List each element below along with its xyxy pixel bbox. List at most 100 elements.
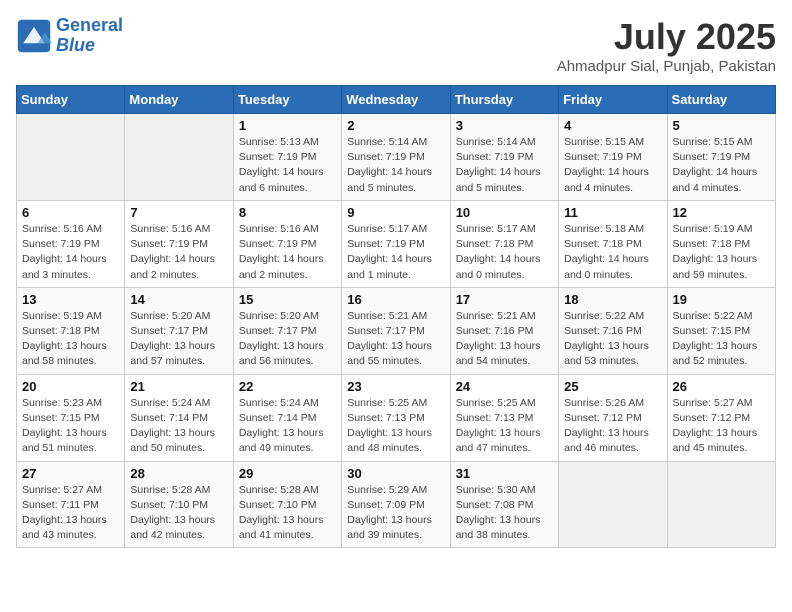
day-number: 4 [564, 118, 661, 133]
day-info: Sunrise: 5:18 AM Sunset: 7:18 PM Dayligh… [564, 222, 661, 283]
day-number: 24 [456, 379, 553, 394]
day-cell: 6 Sunrise: 5:16 AM Sunset: 7:19 PM Daylig… [17, 200, 125, 287]
day-info: Sunrise: 5:24 AM Sunset: 7:14 PM Dayligh… [239, 396, 336, 457]
day-info: Sunrise: 5:24 AM Sunset: 7:14 PM Dayligh… [130, 396, 227, 457]
subtitle: Ahmadpur Sial, Punjab, Pakistan [557, 58, 776, 75]
day-info: Sunrise: 5:15 AM Sunset: 7:19 PM Dayligh… [564, 135, 661, 196]
main-title: July 2025 [557, 16, 776, 58]
day-number: 22 [239, 379, 336, 394]
day-number: 5 [673, 118, 770, 133]
day-cell: 24 Sunrise: 5:25 AM Sunset: 7:13 PM Dayli… [450, 374, 558, 461]
day-info: Sunrise: 5:19 AM Sunset: 7:18 PM Dayligh… [673, 222, 770, 283]
day-cell: 23Sunrise: 5:25 AM Sunset: 7:13 PM Dayli… [342, 374, 450, 461]
day-info: Sunrise: 5:19 AM Sunset: 7:18 PM Dayligh… [22, 309, 119, 370]
day-cell: 27 Sunrise: 5:27 AM Sunset: 7:11 PM Dayli… [17, 461, 125, 548]
day-info: Sunrise: 5:28 AM Sunset: 7:10 PM Dayligh… [239, 483, 336, 544]
day-info: Sunrise: 5:20 AM Sunset: 7:17 PM Dayligh… [130, 309, 227, 370]
day-number: 16 [347, 292, 444, 307]
day-cell: 29Sunrise: 5:28 AM Sunset: 7:10 PM Dayli… [233, 461, 341, 548]
day-cell: 3Sunrise: 5:14 AM Sunset: 7:19 PM Daylig… [450, 114, 558, 201]
day-number: 2 [347, 118, 444, 133]
day-cell: 9 Sunrise: 5:17 AM Sunset: 7:19 PM Daylig… [342, 200, 450, 287]
header-cell-saturday: Saturday [667, 86, 775, 114]
logo-line2: Blue [56, 35, 95, 55]
day-info: Sunrise: 5:16 AM Sunset: 7:19 PM Dayligh… [130, 222, 227, 283]
day-info: Sunrise: 5:17 AM Sunset: 7:18 PM Dayligh… [456, 222, 553, 283]
logo-line1: General [56, 15, 123, 35]
day-number: 27 [22, 466, 119, 481]
day-cell: 7 Sunrise: 5:16 AM Sunset: 7:19 PM Daylig… [125, 200, 233, 287]
day-cell: 14 Sunrise: 5:20 AM Sunset: 7:17 PM Dayli… [125, 287, 233, 374]
day-cell: 11 Sunrise: 5:18 AM Sunset: 7:18 PM Dayli… [559, 200, 667, 287]
day-cell [17, 114, 125, 201]
week-row-3: 13 Sunrise: 5:19 AM Sunset: 7:18 PM Dayli… [17, 287, 776, 374]
day-number: 10 [456, 205, 553, 220]
day-cell: 16 Sunrise: 5:21 AM Sunset: 7:17 PM Dayli… [342, 287, 450, 374]
day-number: 21 [130, 379, 227, 394]
day-cell: 22 Sunrise: 5:24 AM Sunset: 7:14 PM Dayli… [233, 374, 341, 461]
day-info: Sunrise: 5:27 AM Sunset: 7:12 PM Dayligh… [673, 396, 770, 457]
header-cell-friday: Friday [559, 86, 667, 114]
day-number: 9 [347, 205, 444, 220]
day-info: Sunrise: 5:22 AM Sunset: 7:15 PM Dayligh… [673, 309, 770, 370]
day-number: 7 [130, 205, 227, 220]
calendar-body: 1 Sunrise: 5:13 AM Sunset: 7:19 PM Daylig… [17, 114, 776, 548]
day-number: 3 [456, 118, 553, 133]
day-number: 28 [130, 466, 227, 481]
day-info: Sunrise: 5:25 AM Sunset: 7:13 PM Dayligh… [456, 396, 553, 457]
day-number: 26 [673, 379, 770, 394]
day-info: Sunrise: 5:16 AM Sunset: 7:19 PM Dayligh… [22, 222, 119, 283]
calendar-table: SundayMondayTuesdayWednesdayThursdayFrid… [16, 85, 776, 548]
day-cell: 10 Sunrise: 5:17 AM Sunset: 7:18 PM Dayli… [450, 200, 558, 287]
day-cell: 20Sunrise: 5:23 AM Sunset: 7:15 PM Dayli… [17, 374, 125, 461]
day-info: Sunrise: 5:13 AM Sunset: 7:19 PM Dayligh… [239, 135, 336, 196]
page-header: General Blue July 2025 Ahmadpur Sial, Pu… [16, 16, 776, 75]
day-cell [125, 114, 233, 201]
day-cell: 5Sunrise: 5:15 AM Sunset: 7:19 PM Daylig… [667, 114, 775, 201]
day-number: 23 [347, 379, 444, 394]
day-cell: 13 Sunrise: 5:19 AM Sunset: 7:18 PM Dayli… [17, 287, 125, 374]
day-number: 14 [130, 292, 227, 307]
logo-icon [16, 18, 52, 54]
day-cell: 2Sunrise: 5:14 AM Sunset: 7:19 PM Daylig… [342, 114, 450, 201]
week-row-5: 27 Sunrise: 5:27 AM Sunset: 7:11 PM Dayli… [17, 461, 776, 548]
day-cell: 8 Sunrise: 5:16 AM Sunset: 7:19 PM Daylig… [233, 200, 341, 287]
day-info: Sunrise: 5:22 AM Sunset: 7:16 PM Dayligh… [564, 309, 661, 370]
day-cell: 15Sunrise: 5:20 AM Sunset: 7:17 PM Dayli… [233, 287, 341, 374]
day-cell: 18 Sunrise: 5:22 AM Sunset: 7:16 PM Dayli… [559, 287, 667, 374]
day-number: 18 [564, 292, 661, 307]
day-cell [559, 461, 667, 548]
day-info: Sunrise: 5:27 AM Sunset: 7:11 PM Dayligh… [22, 483, 119, 544]
day-number: 13 [22, 292, 119, 307]
day-number: 20 [22, 379, 119, 394]
week-row-1: 1 Sunrise: 5:13 AM Sunset: 7:19 PM Daylig… [17, 114, 776, 201]
logo: General Blue [16, 16, 123, 56]
day-info: Sunrise: 5:29 AM Sunset: 7:09 PM Dayligh… [347, 483, 444, 544]
header-row: SundayMondayTuesdayWednesdayThursdayFrid… [17, 86, 776, 114]
day-cell: 21 Sunrise: 5:24 AM Sunset: 7:14 PM Dayli… [125, 374, 233, 461]
day-number: 19 [673, 292, 770, 307]
day-number: 8 [239, 205, 336, 220]
logo-text: General Blue [56, 16, 123, 56]
header-cell-thursday: Thursday [450, 86, 558, 114]
day-number: 31 [456, 466, 553, 481]
day-number: 1 [239, 118, 336, 133]
week-row-4: 20Sunrise: 5:23 AM Sunset: 7:15 PM Dayli… [17, 374, 776, 461]
day-info: Sunrise: 5:21 AM Sunset: 7:17 PM Dayligh… [347, 309, 444, 370]
day-number: 11 [564, 205, 661, 220]
day-cell: 30 Sunrise: 5:29 AM Sunset: 7:09 PM Dayli… [342, 461, 450, 548]
week-row-2: 6 Sunrise: 5:16 AM Sunset: 7:19 PM Daylig… [17, 200, 776, 287]
day-info: Sunrise: 5:30 AM Sunset: 7:08 PM Dayligh… [456, 483, 553, 544]
day-info: Sunrise: 5:16 AM Sunset: 7:19 PM Dayligh… [239, 222, 336, 283]
day-info: Sunrise: 5:17 AM Sunset: 7:19 PM Dayligh… [347, 222, 444, 283]
header-cell-monday: Monday [125, 86, 233, 114]
day-number: 15 [239, 292, 336, 307]
header-cell-sunday: Sunday [17, 86, 125, 114]
day-number: 12 [673, 205, 770, 220]
day-number: 30 [347, 466, 444, 481]
day-number: 17 [456, 292, 553, 307]
day-number: 6 [22, 205, 119, 220]
day-cell: 19 Sunrise: 5:22 AM Sunset: 7:15 PM Dayli… [667, 287, 775, 374]
day-info: Sunrise: 5:21 AM Sunset: 7:16 PM Dayligh… [456, 309, 553, 370]
day-cell: 17 Sunrise: 5:21 AM Sunset: 7:16 PM Dayli… [450, 287, 558, 374]
